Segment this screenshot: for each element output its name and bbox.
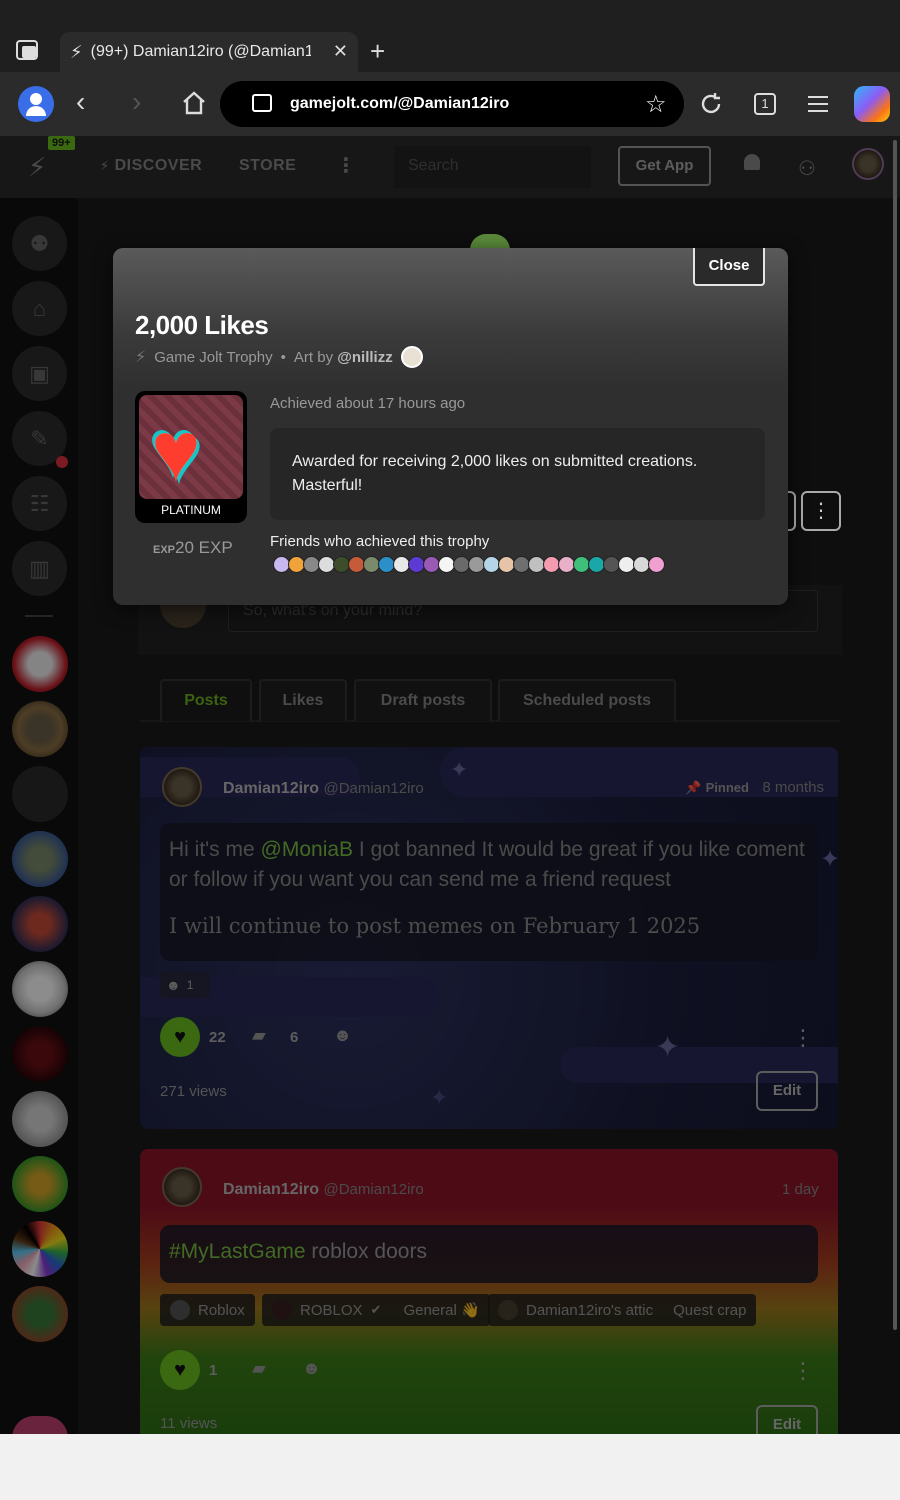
trophy-subtitle: ⚡ Game Jolt Trophy • Art by @nillizz (135, 346, 423, 368)
exp-icon: EXP (153, 544, 176, 556)
trophy-description: Awarded for receiving 2,000 likes on sub… (270, 428, 765, 520)
friend-avatar[interactable] (648, 556, 665, 573)
gamejolt-favicon-icon: ⚡ (70, 41, 83, 62)
artist-link[interactable]: @nillizz (337, 349, 392, 366)
new-tab-button[interactable]: + (370, 36, 385, 67)
bookmark-star-icon[interactable]: ☆ (645, 90, 667, 119)
profile-more-options-icon[interactable]: ⋮ (801, 491, 841, 531)
trophy-art: ♥ (139, 395, 243, 499)
address-bar[interactable]: gamejolt.com/@Damian12iro (220, 81, 684, 127)
refresh-icon[interactable] (699, 92, 723, 116)
profile-icon[interactable] (18, 86, 54, 122)
friends-avatar-list (273, 556, 665, 573)
tab-count-icon[interactable]: 1 (754, 93, 776, 115)
pixel-heart-icon: ♥ (151, 404, 201, 498)
browser-bottom-bar (0, 1434, 900, 1500)
artist-avatar[interactable] (400, 346, 423, 368)
trophy-source: Game Jolt Trophy (154, 348, 273, 366)
exp-value: 20 EXP (175, 538, 233, 557)
gamejolt-trophy-icon: ⚡ (135, 349, 147, 366)
art-by-prefix: Art by (293, 348, 334, 366)
trophy-modal: Close 2,000 Likes ⚡ Game Jolt Trophy • A… (113, 248, 788, 605)
friends-achieved-label: Friends who achieved this trophy (270, 533, 490, 550)
trophy-title: 2,000 Likes (135, 310, 269, 340)
forward-icon[interactable]: › (132, 86, 141, 118)
art-by: Art by @nillizz (294, 349, 393, 366)
site-info-icon[interactable] (252, 94, 272, 112)
close-modal-button[interactable]: Close (693, 248, 765, 286)
tab-actions-icon[interactable] (16, 40, 38, 60)
achieved-time: Achieved about 17 hours ago (270, 395, 466, 412)
trophy-tier: PLATINUM (161, 503, 221, 517)
home-icon[interactable] (181, 90, 207, 116)
copilot-icon[interactable] (854, 86, 890, 122)
back-icon[interactable]: ‹ (76, 86, 85, 118)
browser-tab-title: (99+) Damian12iro (@Damian12iro) (90, 43, 311, 60)
separator-dot: • (280, 348, 286, 366)
page-scrollbar[interactable] (893, 140, 897, 1330)
trophy-image: ♥ PLATINUM (135, 391, 247, 523)
close-tab-icon[interactable]: ✕ (333, 41, 348, 62)
browser-tab[interactable]: ⚡ (99+) Damian12iro (@Damian12iro) ✕ (60, 32, 358, 72)
url-text: gamejolt.com/@Damian12iro (290, 95, 510, 112)
browser-menu-icon[interactable] (808, 96, 828, 112)
trophy-exp: EXP20 EXP (153, 538, 233, 558)
